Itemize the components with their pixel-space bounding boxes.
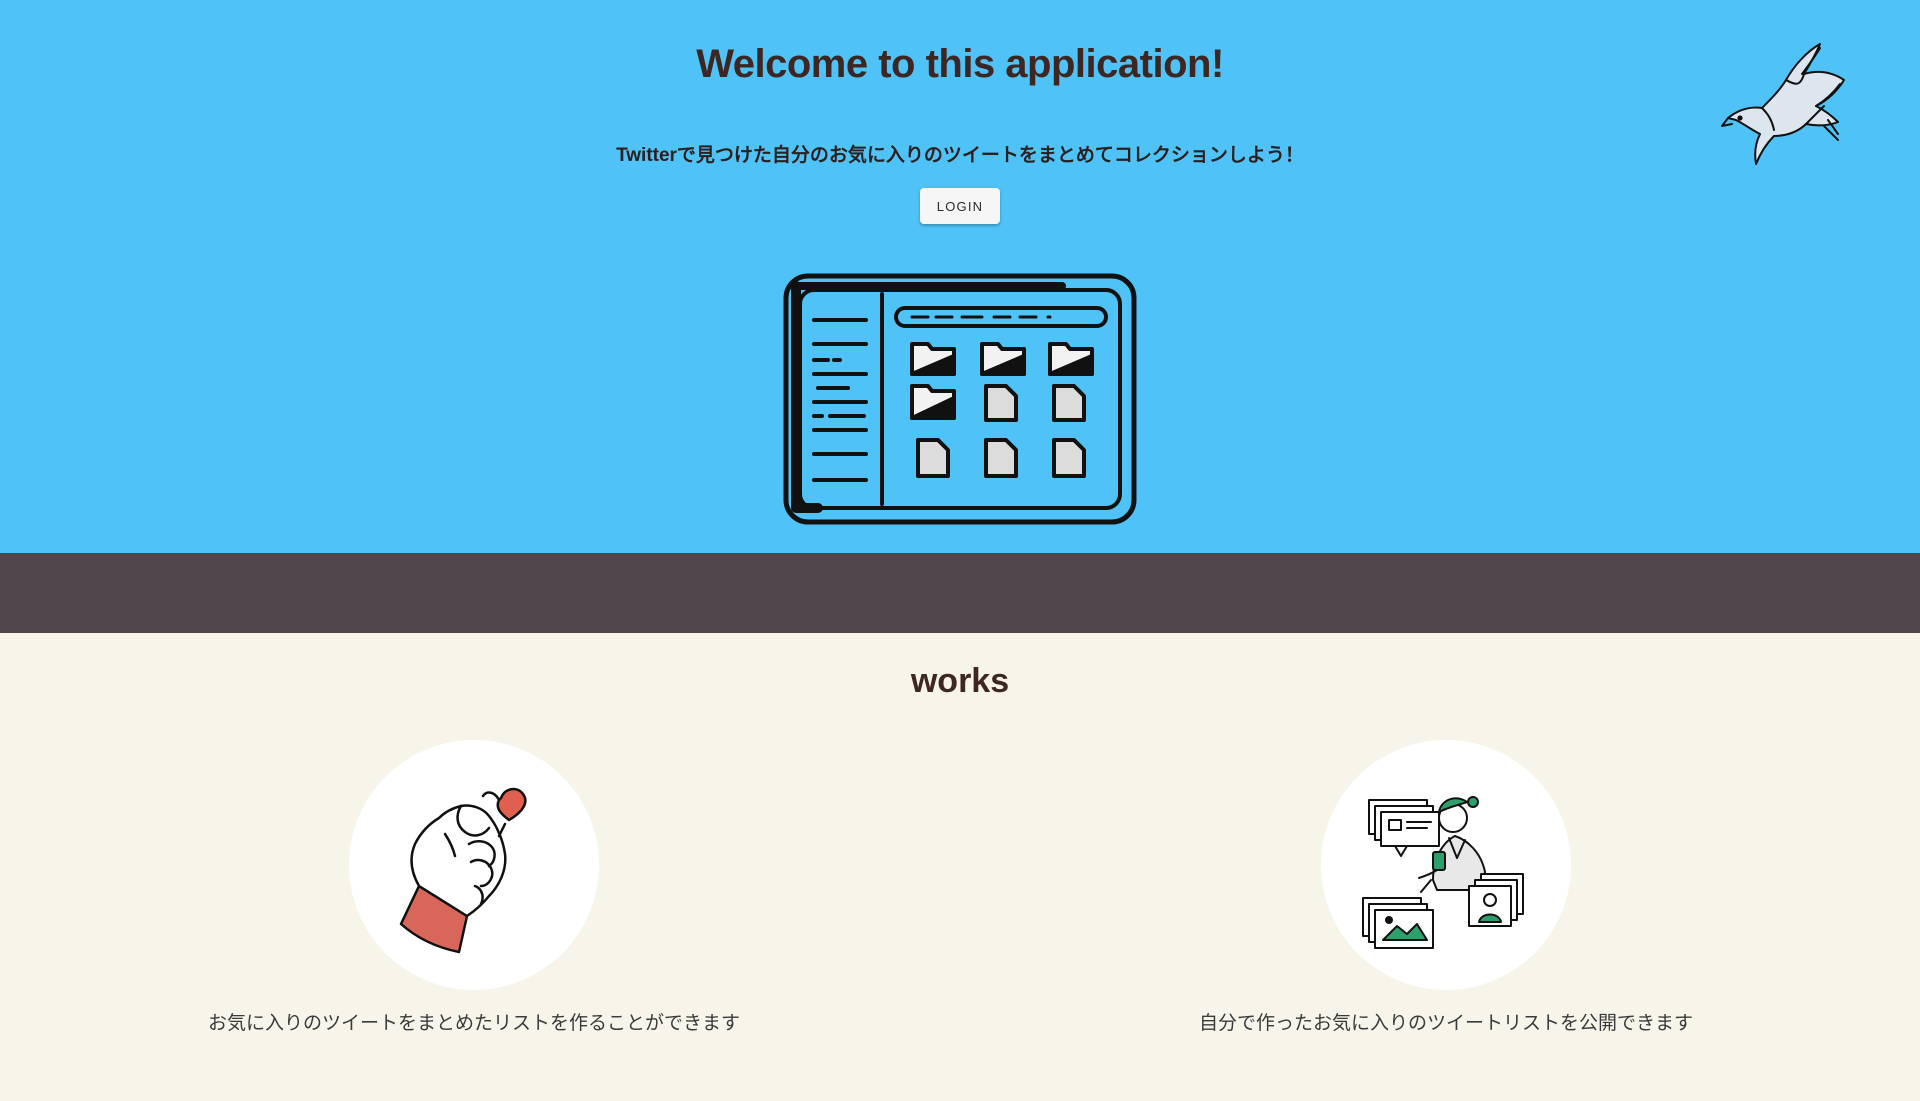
work-caption: 自分で作ったお気に入りのツイートリストを公開できます [1198,1013,1693,1034]
login-button[interactable]: LOGIN [920,188,1000,224]
hero-section: Welcome to this application! Twitterで見つけ… [0,0,1920,553]
works-title: works [910,662,1010,700]
work-caption: お気に入りのツイートをまとめたリストを作ることができます [207,1013,740,1034]
person-sharing-icon [1362,796,1524,949]
finger-heart-icon [399,787,527,954]
bird-icon [1721,43,1845,165]
divider-band [0,553,1920,633]
work-item-publish-list: 自分で作ったお気に入りのツイートリストを公開できます [1126,740,1766,1035]
tablet-files-icon [783,273,1137,525]
work-illustration-circle [1321,740,1571,990]
work-item-create-list: お気に入りのツイートをまとめたリストを作ることができます [154,740,794,1035]
work-illustration-circle [349,740,599,990]
page-title: Welcome to this application! [696,42,1224,86]
hero-subtitle: Twitterで見つけた自分のお気に入りのツイートをまとめてコレクションしよう！ [616,145,1304,166]
